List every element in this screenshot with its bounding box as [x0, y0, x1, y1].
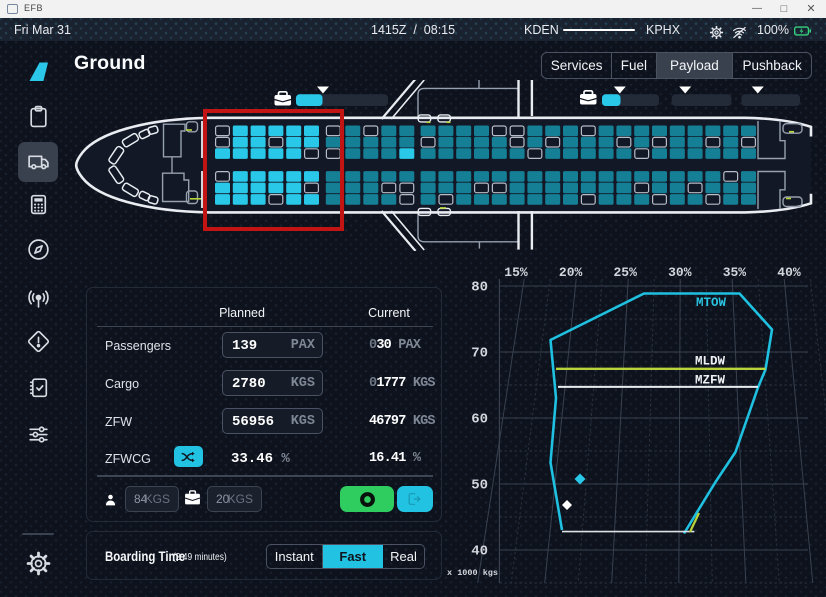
- svg-text:60: 60: [471, 412, 488, 428]
- svg-text:80: 80: [471, 280, 488, 296]
- svg-text:50: 50: [471, 478, 488, 494]
- svg-text:40%: 40%: [777, 265, 801, 280]
- svg-text:MZFW: MZFW: [695, 374, 726, 388]
- svg-text:30%: 30%: [668, 265, 692, 280]
- svg-text:MTOW: MTOW: [696, 296, 727, 310]
- svg-text:15%: 15%: [504, 265, 528, 280]
- svg-text:25%: 25%: [613, 265, 637, 280]
- svg-text:x 1000 kgs: x 1000 kgs: [447, 568, 498, 578]
- svg-text:70: 70: [471, 346, 488, 362]
- svg-text:MLDW: MLDW: [695, 355, 726, 369]
- svg-text:35%: 35%: [723, 265, 747, 280]
- svg-text:20%: 20%: [559, 265, 583, 280]
- svg-text:40: 40: [471, 544, 488, 560]
